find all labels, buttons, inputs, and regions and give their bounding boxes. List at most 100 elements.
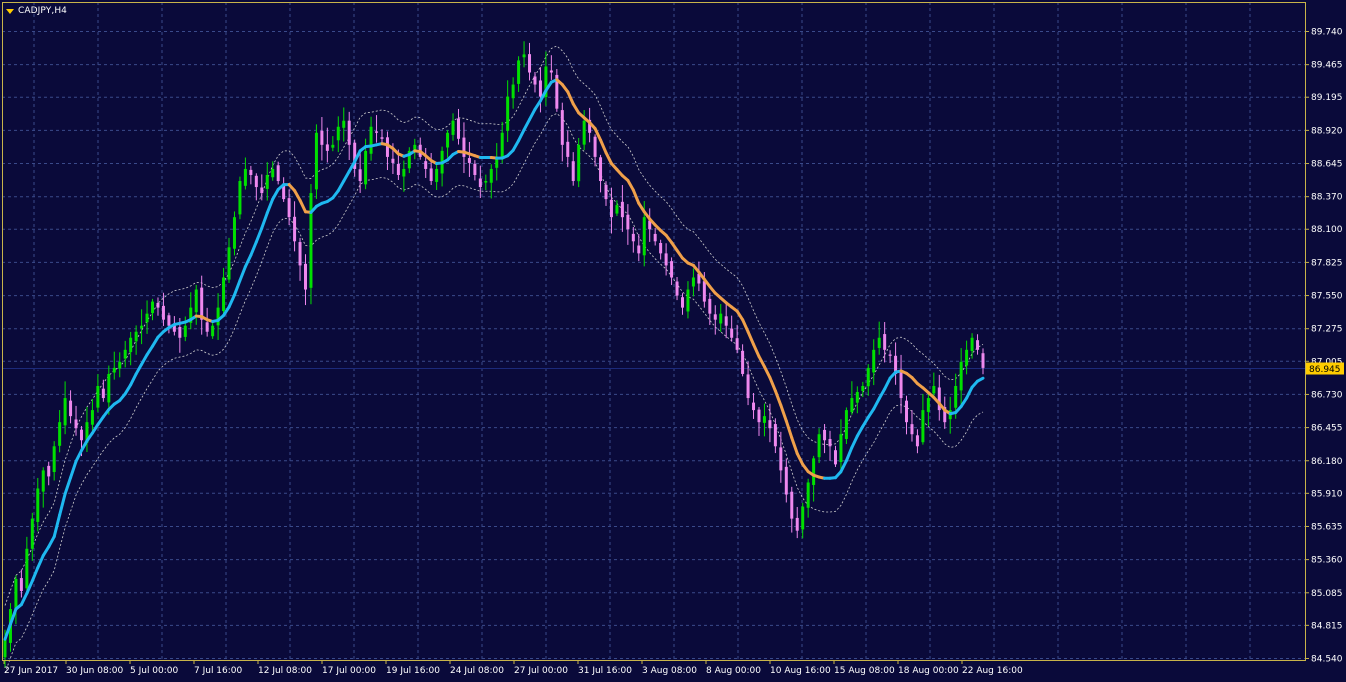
candle-body [593, 136, 597, 157]
candle-body [41, 470, 45, 492]
candle-body [260, 187, 264, 194]
candle-body [429, 168, 433, 182]
candle-body [342, 120, 346, 128]
candle-body [402, 168, 406, 177]
candle-body [691, 277, 695, 287]
y-tick-label: 89.740 [1311, 28, 1343, 38]
candle-body [336, 126, 340, 141]
candle-body [3, 639, 7, 658]
x-tick-label: 31 Jul 16:00 [578, 666, 632, 676]
candle-body [364, 150, 368, 185]
candle-body [566, 141, 570, 157]
candle-body [276, 165, 280, 182]
candle-body [369, 126, 373, 154]
candle-body [30, 518, 34, 549]
y-tick-label: 88.920 [1311, 126, 1343, 136]
candle-body [511, 84, 515, 99]
candle-body [287, 198, 291, 218]
candle-body [396, 163, 400, 175]
y-tick-label: 89.465 [1311, 61, 1343, 71]
candle-body [500, 132, 504, 160]
candle-body [528, 54, 532, 73]
candle-body [538, 80, 542, 97]
candle-body [839, 434, 843, 462]
candle-body [347, 120, 351, 145]
y-tick-label: 85.635 [1311, 522, 1343, 532]
candle-body [216, 307, 220, 326]
candle-body [637, 245, 641, 254]
candle-body [112, 367, 116, 373]
candle-body [271, 168, 275, 178]
candle-body [615, 205, 619, 214]
candle-body [653, 233, 657, 242]
candle-body [702, 281, 706, 302]
candle-body [506, 96, 510, 131]
x-tick-label: 3 Aug 08:00 [642, 666, 697, 676]
candle-body [680, 297, 684, 308]
x-tick-label: 8 Aug 00:00 [706, 666, 761, 676]
candle-body [151, 301, 155, 314]
candle-body [63, 398, 67, 426]
x-tick-label: 5 Jul 00:00 [130, 666, 179, 676]
candle-body [145, 313, 149, 323]
y-tick-label: 88.370 [1311, 193, 1343, 203]
candle-body [599, 157, 603, 182]
candle-body [905, 400, 909, 423]
candle-body [970, 337, 974, 351]
candle-body [664, 253, 668, 266]
symbol-title[interactable]: CADJPY,H4 [6, 4, 67, 18]
x-tick-label: 18 Aug 00:00 [898, 666, 959, 676]
candle-body [855, 392, 859, 403]
x-tick-label: 30 Jun 08:00 [66, 666, 123, 676]
candle-body [79, 429, 83, 441]
candle-body [735, 338, 739, 350]
candle-body [659, 242, 663, 254]
candle-body [74, 419, 78, 429]
candle-body [642, 217, 646, 256]
candle-body [899, 371, 903, 399]
y-tick-label: 87.275 [1311, 325, 1343, 335]
candle-body [211, 325, 215, 337]
candle-body [746, 374, 750, 399]
candle-body [719, 313, 723, 324]
price-chart[interactable]: 89.740 89.465 89.195 88.920 88.645 88.370 88.1… [0, 0, 1346, 682]
candle-body [823, 429, 827, 441]
candle-body [571, 161, 575, 182]
candle-body [69, 400, 73, 417]
candle-body [888, 354, 892, 356]
candle-body [161, 305, 165, 320]
candle-body [129, 337, 133, 353]
symbol-label: CADJPY,H4 [18, 6, 68, 16]
candle-body [861, 385, 865, 391]
candle-body [446, 132, 450, 148]
price-tag-label: 86.945 [1309, 365, 1341, 375]
candle-body [582, 120, 586, 145]
candle-body [478, 178, 482, 188]
candle-body [784, 466, 788, 495]
candle-body [304, 263, 308, 290]
candle-body [730, 328, 734, 338]
y-tick-label: 86.180 [1311, 457, 1343, 467]
candle-body [320, 130, 324, 145]
x-tick-label: 19 Jul 16:00 [386, 666, 440, 676]
candle-body [183, 325, 187, 337]
x-tick-label: 27 Jul 00:00 [514, 666, 568, 676]
chart-window: 89.740 89.465 89.195 88.920 88.645 88.370 88.1… [0, 0, 1346, 682]
candle-body [58, 422, 62, 446]
y-tick-label: 84.815 [1311, 621, 1343, 631]
candle-body [921, 410, 925, 443]
candle-body [757, 409, 761, 423]
candle-body [178, 327, 182, 338]
y-tick-label: 89.195 [1311, 93, 1343, 103]
candle-body [314, 132, 318, 190]
candle-body [883, 334, 887, 350]
candle-body [560, 110, 564, 145]
candle-body [522, 54, 526, 58]
candle-body [708, 298, 712, 314]
candle-body [222, 277, 226, 312]
candle-body [806, 482, 810, 508]
candle-body [790, 491, 794, 519]
triangle-down-icon[interactable] [6, 9, 14, 14]
candle-body [424, 161, 428, 169]
candle-body [965, 349, 969, 366]
